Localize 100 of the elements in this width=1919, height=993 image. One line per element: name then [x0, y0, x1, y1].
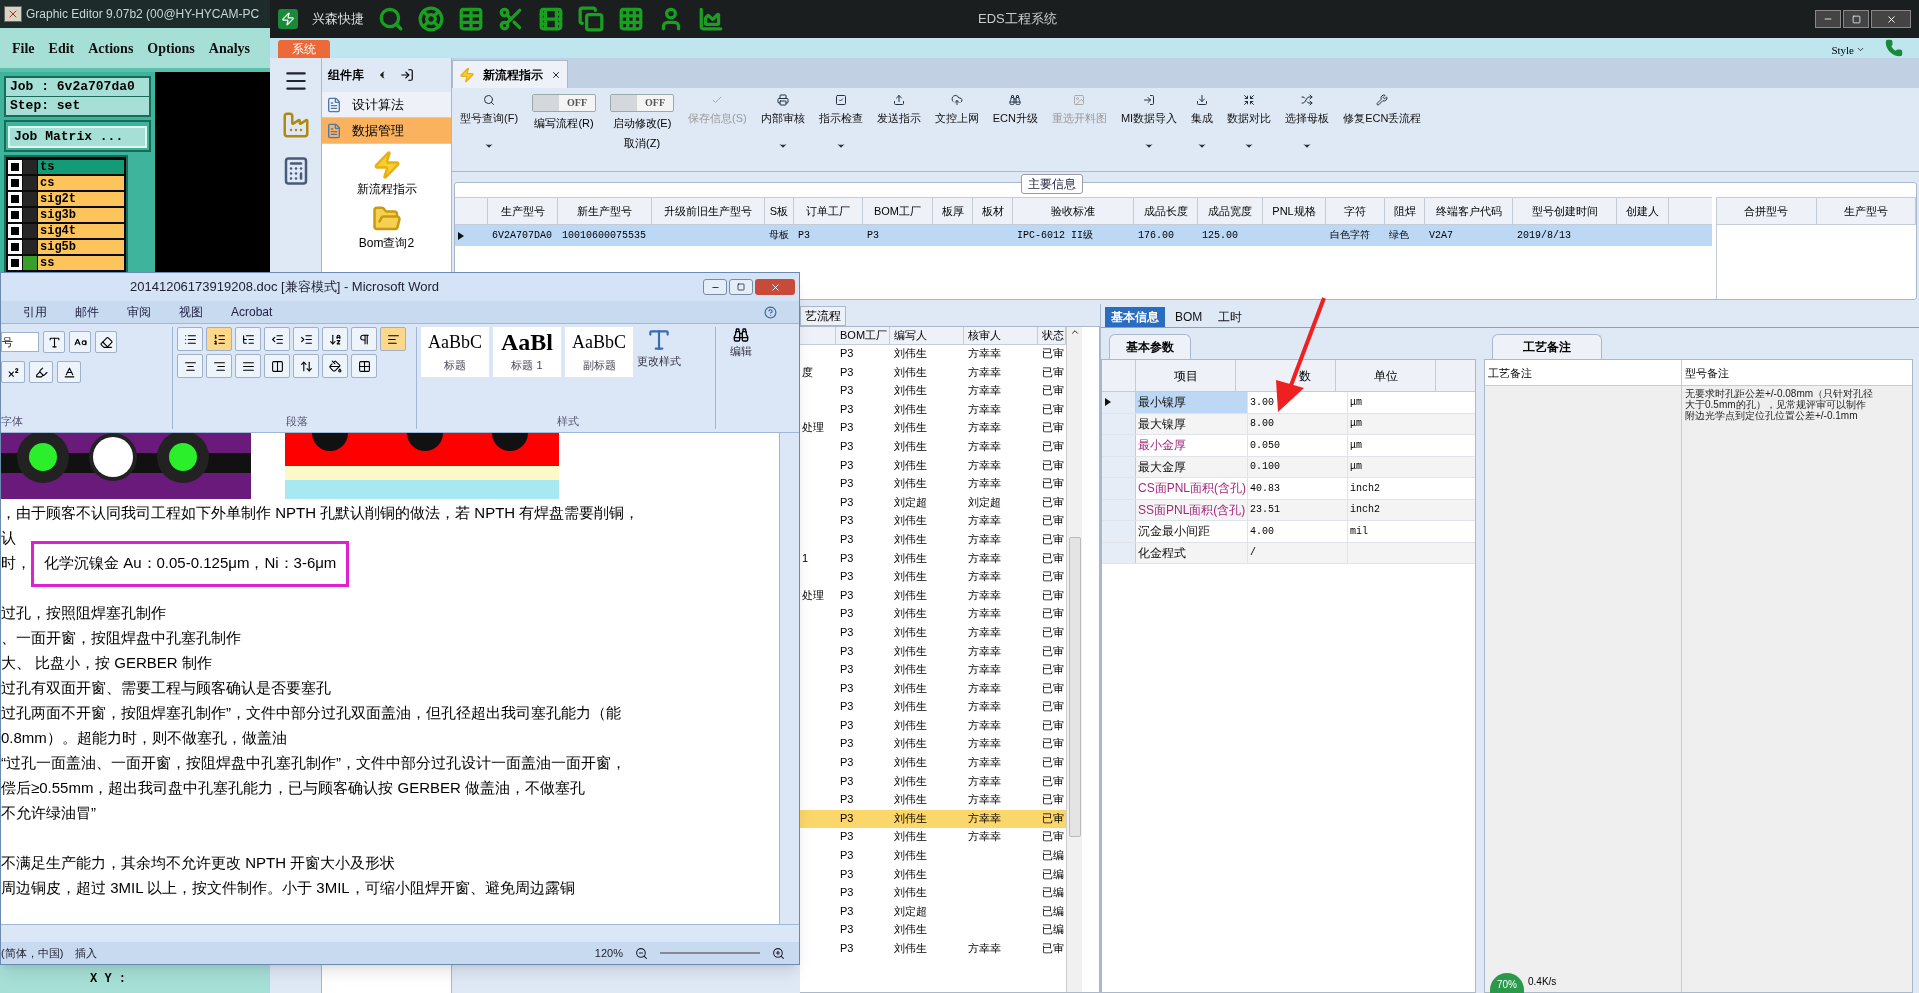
table-cell[interactable]: 沉金最小间距	[1136, 521, 1248, 542]
layer-name[interactable]: sig5b	[38, 239, 124, 254]
toolbar-icon[interactable]	[378, 6, 404, 32]
toolbar-button[interactable]: 数据对比	[1227, 94, 1272, 151]
ribbon-tab[interactable]: Acrobat	[231, 303, 273, 321]
toolbar-button[interactable]: 文控上网	[934, 94, 979, 127]
scroll-up-icon[interactable]	[1069, 327, 1080, 337]
maximize-button[interactable]	[1843, 10, 1869, 28]
menu-item[interactable]: Options	[147, 37, 195, 59]
minimize-button[interactable]	[1815, 10, 1841, 28]
layer-name[interactable]: sig2t	[38, 191, 124, 206]
toolbar-icon[interactable]	[578, 6, 604, 32]
maximize-button[interactable]	[729, 279, 753, 295]
format-button[interactable]	[322, 327, 348, 351]
ribbon-tab[interactable]: 审阅	[127, 303, 151, 321]
zoom-level[interactable]: 120%	[594, 944, 623, 962]
table-cell[interactable]: SS面PNL面积(含孔)	[1136, 499, 1248, 520]
table-cell[interactable]: CS面PNL面积(含孔)	[1136, 478, 1248, 499]
change-styles-button[interactable]: 更改样式	[637, 353, 681, 370]
format-button[interactable]	[293, 327, 319, 351]
toolbar-icon[interactable]	[618, 6, 644, 32]
row-selector[interactable]	[1102, 392, 1136, 413]
format-button[interactable]	[380, 327, 406, 351]
toolbar-icon[interactable]	[418, 6, 444, 32]
format-button[interactable]	[69, 331, 91, 353]
insert-mode-status[interactable]: 插入	[75, 944, 98, 962]
toolbar-button[interactable]: 型号查询(F)	[460, 94, 519, 151]
detail-tab[interactable]: 工时	[1212, 307, 1249, 327]
format-button[interactable]	[177, 354, 203, 378]
cancel-button[interactable]: 取消(Z)	[624, 134, 661, 151]
close-icon[interactable]	[551, 69, 561, 80]
format-button[interactable]	[206, 354, 232, 378]
format-button[interactable]	[264, 354, 290, 378]
zoom-out-icon[interactable]	[635, 946, 648, 960]
layer-checkbox[interactable]	[8, 191, 22, 206]
format-button[interactable]	[29, 361, 53, 383]
toolbar-button[interactable]: 集成	[1191, 94, 1214, 151]
close-button[interactable]	[1871, 10, 1911, 28]
format-button[interactable]	[322, 354, 348, 378]
format-button[interactable]	[57, 361, 81, 383]
menu-item[interactable]: Edit	[48, 37, 75, 59]
format-button[interactable]	[206, 327, 232, 351]
minimize-button[interactable]	[703, 279, 727, 295]
ribbon-tab[interactable]: 引用	[23, 303, 47, 321]
toggle-switch[interactable]: OFF	[610, 94, 675, 112]
layer-checkbox[interactable]	[8, 239, 22, 254]
menu-item[interactable]: Analys	[208, 37, 251, 59]
toolbar-icon[interactable]	[538, 6, 564, 32]
layer-checkbox[interactable]	[8, 223, 22, 238]
layer-name[interactable]: ss	[38, 255, 124, 270]
phone-icon[interactable]	[1885, 39, 1903, 57]
help-icon[interactable]	[764, 305, 777, 319]
toolbar-icon[interactable]	[458, 6, 484, 32]
table-cell[interactable]: 最大金厚	[1136, 456, 1248, 477]
ribbon-tab[interactable]: 邮件	[75, 303, 99, 321]
menu-item[interactable]: Actions	[88, 37, 134, 59]
format-button[interactable]	[1, 361, 25, 383]
panel-tab[interactable]: 工艺备注	[1492, 334, 1602, 359]
format-button[interactable]	[43, 331, 65, 353]
layer-name[interactable]: ts	[38, 159, 124, 174]
ribbon-tab[interactable]: 视图	[179, 303, 203, 321]
toggle-switch[interactable]: OFF	[532, 94, 597, 112]
layer-name[interactable]: sig3b	[38, 207, 124, 222]
format-button[interactable]	[235, 327, 261, 351]
format-button[interactable]	[235, 354, 261, 378]
style-preset[interactable]: AaBbC 副标题	[565, 327, 633, 377]
toolbar-icon[interactable]	[698, 6, 724, 32]
toolbar-button[interactable]: 指示检查	[818, 94, 863, 151]
launcher-label[interactable]: Bom查询2	[358, 234, 415, 252]
format-button[interactable]	[95, 331, 117, 353]
layer-checkbox[interactable]	[8, 255, 22, 270]
format-button[interactable]	[177, 327, 203, 351]
layer-name[interactable]: sig4t	[38, 223, 124, 238]
launcher-label[interactable]: 新流程指示	[356, 180, 417, 198]
table-row[interactable]: 6V2A707DA0 10010600075535 母板 P3 P3 IPC-6012 II级 176.00 125.00 白色字符 绿色 V2A7 2019/8/13	[455, 225, 1712, 246]
table-cell[interactable]: 最小金厚	[1136, 435, 1248, 456]
layer-checkbox[interactable]	[8, 175, 22, 190]
format-button[interactable]	[351, 327, 377, 351]
zoom-in-icon[interactable]	[772, 946, 785, 960]
format-button[interactable]	[351, 354, 377, 378]
layer-name[interactable]: cs	[38, 175, 124, 190]
table-cell[interactable]: 化金程式	[1136, 542, 1248, 563]
format-button[interactable]	[293, 354, 319, 378]
toolbar-icon[interactable]	[498, 6, 524, 32]
toolbar-button[interactable]: 选择母板	[1285, 94, 1330, 151]
style-menu[interactable]: Style	[1831, 41, 1865, 58]
toolbar-button[interactable]: ECN升级	[992, 94, 1038, 127]
layer-checkbox[interactable]	[8, 207, 22, 222]
table-cell[interactable]: 最大镍厚	[1136, 413, 1248, 434]
login-icon[interactable]	[400, 68, 414, 82]
job-matrix-button[interactable]: Job Matrix ...	[8, 126, 147, 148]
scrollbar[interactable]	[779, 433, 799, 924]
toolbar-button[interactable]: 修复ECN丢流程	[1343, 94, 1422, 127]
toolbar-button[interactable]: 发送指示	[876, 94, 921, 127]
edit-button[interactable]: 编辑	[730, 343, 752, 360]
menu-item[interactable]: File	[12, 37, 35, 59]
format-button[interactable]	[264, 327, 290, 351]
layer-checkbox[interactable]	[8, 159, 22, 174]
font-size-field[interactable]: 号	[1, 332, 39, 352]
detail-tab[interactable]: 基本信息	[1105, 307, 1165, 327]
